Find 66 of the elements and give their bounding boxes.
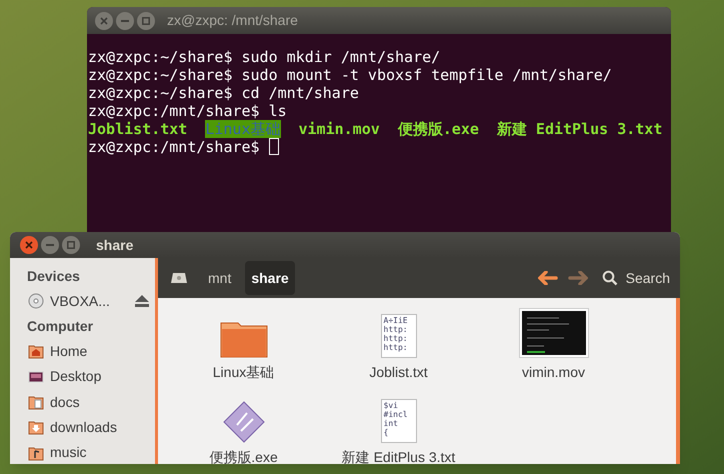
close-button[interactable] [95,12,113,30]
minimize-icon [46,244,54,246]
diamond-icon [222,401,264,443]
sidebar-item[interactable]: downloads [27,416,155,439]
file-name[interactable]: Joblist.txt [369,362,428,383]
path-crumb[interactable]: mnt [202,261,238,295]
sidebar-item[interactable]: music [27,442,155,464]
preview-line: $vi [384,401,399,410]
prompt-text: zx@zxpc:/mnt/share$ [88,102,260,120]
folder-icon [28,444,44,461]
file-name: 便携版.exe [398,120,479,138]
eject-icon[interactable] [135,295,149,308]
directory-name: Linux基础 [205,120,280,138]
sidebar-item[interactable]: VBOXA... [27,290,155,312]
preview-line: A÷IiE [384,316,409,325]
preview-line: http: [384,325,409,334]
sidebar-item[interactable]: Home [27,340,155,363]
preview-line: http: [384,343,409,352]
window-title: zx@zxpc: /mnt/share [167,11,298,30]
sidebar-item[interactable]: docs [27,390,155,414]
preview-line: #incl [384,410,409,419]
command-text: sudo mount -t vboxsf tempfile /mnt/share/ [242,66,612,84]
search-button[interactable]: Search [598,263,674,293]
prompt-text: zx@zxpc:~/share$ [88,84,232,102]
drive-icon [170,272,188,284]
text-cursor [268,138,279,155]
prompt-text: zx@zxpc:~/share$ [88,66,232,84]
folder-icon [28,419,44,436]
window-title: share [96,236,134,254]
folder-icon [28,343,44,360]
section-heading: Devices [27,267,80,286]
folder-icon [28,394,44,410]
preview-line: http: [384,334,409,343]
maximize-button[interactable] [62,236,80,254]
back-arrow-icon[interactable] [538,271,558,285]
preview-line: { [384,428,390,437]
video-thumbnail-icon [518,308,588,358]
close-icon [25,241,33,249]
maximize-icon [142,16,150,24]
desktop-icon [28,368,44,385]
minimize-icon [121,20,129,22]
close-icon [100,16,108,24]
minimize-button[interactable] [116,12,134,30]
command-text: cd /mnt/share [242,84,359,102]
file-name[interactable]: 新建 EditPlus 3.txt [342,447,456,464]
command-text: sudo mkdir /mnt/share/ [242,48,440,66]
prompt-text: zx@zxpc:/mnt/share$ [88,138,260,156]
file-name: Joblist.txt [88,120,188,138]
disc-icon [28,293,44,310]
command-text: ls [268,102,287,120]
file-name: 新建 EditPlus 3.txt [496,120,662,138]
folder-icon [220,320,268,358]
file-name[interactable]: 便携版.exe [209,447,278,464]
close-button[interactable] [20,236,38,254]
file-name[interactable]: vimin.mov [522,362,585,383]
minimize-button[interactable] [41,236,59,254]
file-name: vimin.mov [298,120,380,138]
search-icon [602,270,618,286]
preview-line: int [384,419,399,428]
section-heading: Computer [27,317,94,336]
prompt-text: zx@zxpc:~/share$ [88,48,232,66]
path-crumb[interactable]: share [245,261,295,295]
maximize-button[interactable] [137,12,155,30]
sidebar-item[interactable]: Desktop [27,366,155,388]
file-name[interactable]: Linux基础 [212,362,274,383]
maximize-icon [67,241,75,249]
